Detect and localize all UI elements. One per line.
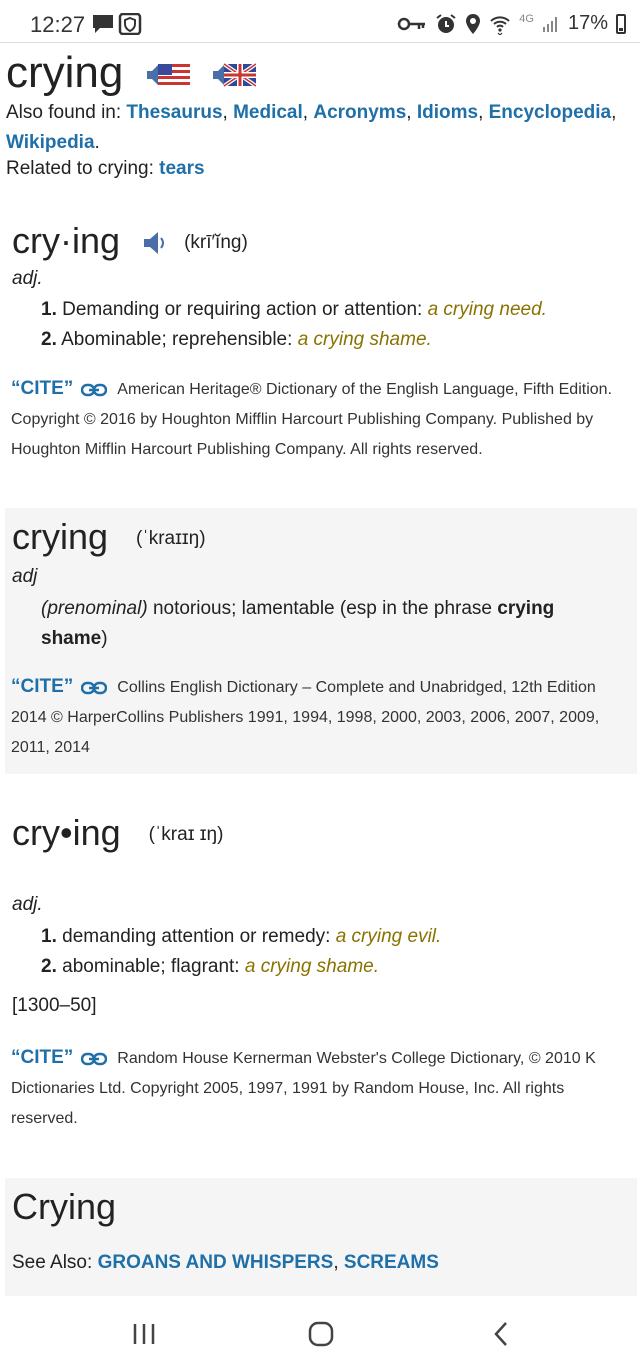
- uk-pronunciation-icon[interactable]: [212, 62, 256, 89]
- status-left-icons: [92, 12, 144, 41]
- key-icon: [398, 17, 426, 30]
- see-also: See Also: GROANS AND WHISPERS, SCREAMS: [12, 1252, 439, 1273]
- back-icon[interactable]: [488, 1320, 516, 1348]
- cite-button[interactable]: “CITE”: [11, 1047, 73, 1068]
- sense: 1. demanding attention or remedy: a cryi…: [41, 922, 621, 952]
- entry-random-house: cry•ing (ˈkraɪ ɪŋ) adj. 1. demanding att…: [5, 800, 637, 1150]
- entry-encyclopedia: Crying See Also: GROANS AND WHISPERS, SC…: [5, 1178, 637, 1296]
- headword-text: cry•ing: [12, 812, 121, 853]
- link-icon[interactable]: [81, 383, 108, 397]
- status-right-icons: 4G 17%: [397, 12, 626, 35]
- part-of-speech: adj.: [12, 894, 43, 915]
- part-of-speech: adj: [12, 566, 38, 587]
- battery-percent: 17%: [567, 12, 608, 34]
- example: a crying shame.: [244, 956, 379, 977]
- status-bar: 12:27 4G 17%: [0, 0, 640, 46]
- sense: 2. abominable; flagrant: a crying shame.: [41, 952, 621, 982]
- entry-headword: crying (ˈkraɪɪŋ): [12, 516, 206, 558]
- sense-text: demanding attention or remedy:: [62, 926, 331, 947]
- location-icon: [466, 13, 481, 34]
- wifi-icon: [490, 15, 510, 35]
- entry-collins: crying (ˈkraɪɪŋ) adj (prenominal) notori…: [5, 508, 637, 774]
- citation: “CITE” Random House Kernerman Webster's C…: [11, 1043, 631, 1134]
- headword-text: crying: [6, 48, 124, 97]
- also-found-label: Also found in:: [6, 102, 122, 123]
- link-tears[interactable]: tears: [159, 158, 204, 179]
- example: a crying evil.: [335, 926, 442, 947]
- example: a crying need.: [427, 299, 547, 320]
- recent-apps-icon[interactable]: [130, 1320, 158, 1348]
- entry-american-heritage: cry·ing (krī′ĭng) adj. 1. Demanding or r…: [5, 210, 637, 480]
- sense: 1. Demanding or requiring action or atte…: [41, 295, 621, 325]
- navigation-bar: [0, 1300, 640, 1372]
- sense: 2. Abominable; reprehensible: a crying s…: [41, 325, 621, 355]
- link-encyclopedia[interactable]: Encyclopedia: [489, 102, 612, 123]
- battery-icon: [616, 13, 626, 34]
- pronunciation: (ˈkraɪ ɪŋ): [148, 824, 224, 846]
- citation: “CITE” Collins English Dictionary – Compl…: [11, 672, 631, 763]
- sense-number: 1.: [41, 299, 57, 320]
- related-to: Related to crying: tears: [6, 158, 205, 180]
- message-icon: [93, 15, 113, 33]
- sense-text: abominable; flagrant:: [62, 956, 240, 977]
- part-of-speech: adj.: [12, 268, 43, 289]
- pronunciation: (krī′ĭng): [184, 232, 248, 254]
- sense-number: 2.: [41, 956, 57, 977]
- etymology-date: [1300–50]: [12, 995, 97, 1016]
- related-label: Related to crying:: [6, 158, 154, 179]
- link-icon[interactable]: [81, 681, 108, 695]
- citation: “CITE” American Heritage® Dictionary of t…: [11, 374, 631, 465]
- link-screams[interactable]: SCREAMS: [344, 1252, 439, 1273]
- sense-label: (prenominal): [41, 598, 148, 619]
- see-also-label: See Also:: [12, 1252, 93, 1273]
- sense-text: Abominable; reprehensible:: [61, 329, 293, 350]
- headword-text: cry·ing: [12, 220, 121, 261]
- entry-headword: cry·ing (krī′ĭng): [12, 220, 248, 262]
- status-time: 12:27: [30, 12, 86, 37]
- alarm-icon: [436, 13, 456, 33]
- link-acronyms[interactable]: Acronyms: [313, 102, 406, 123]
- us-pronunciation-icon[interactable]: [146, 62, 190, 88]
- pronunciation: (ˈkraɪɪŋ): [136, 528, 206, 550]
- signal-icon: [542, 16, 557, 32]
- headword-text: crying: [12, 516, 109, 557]
- also-found-in: Also found in: Thesaurus, Medical, Acron…: [6, 102, 617, 153]
- network-type: 4G: [519, 12, 534, 25]
- shield-icon: [118, 12, 142, 36]
- link-medical[interactable]: Medical: [233, 102, 303, 123]
- page-title: crying: [6, 48, 256, 98]
- encyclopedia-title: Crying: [12, 1186, 117, 1227]
- home-icon[interactable]: [307, 1320, 335, 1348]
- cite-button[interactable]: “CITE”: [11, 676, 73, 697]
- link-icon[interactable]: [81, 1052, 108, 1066]
- sense-text: notorious; lamentable (esp in the phrase: [152, 598, 492, 619]
- link-thesaurus[interactable]: Thesaurus: [126, 102, 222, 123]
- divider: [0, 42, 640, 43]
- example: a crying shame.: [297, 329, 432, 350]
- sense: (prenominal) notorious; lamentable (esp …: [41, 594, 601, 654]
- sense-number: 1.: [41, 926, 57, 947]
- speaker-icon[interactable]: [142, 230, 168, 256]
- link-idioms[interactable]: Idioms: [417, 102, 478, 123]
- entry-headword: cry•ing (ˈkraɪ ɪŋ): [12, 812, 223, 854]
- sense-text: Demanding or requiring action or attenti…: [62, 299, 423, 320]
- sense-number: 2.: [41, 329, 57, 350]
- link-groans-and-whispers[interactable]: GROANS AND WHISPERS: [98, 1252, 334, 1273]
- link-wikipedia[interactable]: Wikipedia: [6, 132, 95, 153]
- cite-button[interactable]: “CITE”: [11, 378, 73, 399]
- sense-suffix: ): [101, 628, 108, 649]
